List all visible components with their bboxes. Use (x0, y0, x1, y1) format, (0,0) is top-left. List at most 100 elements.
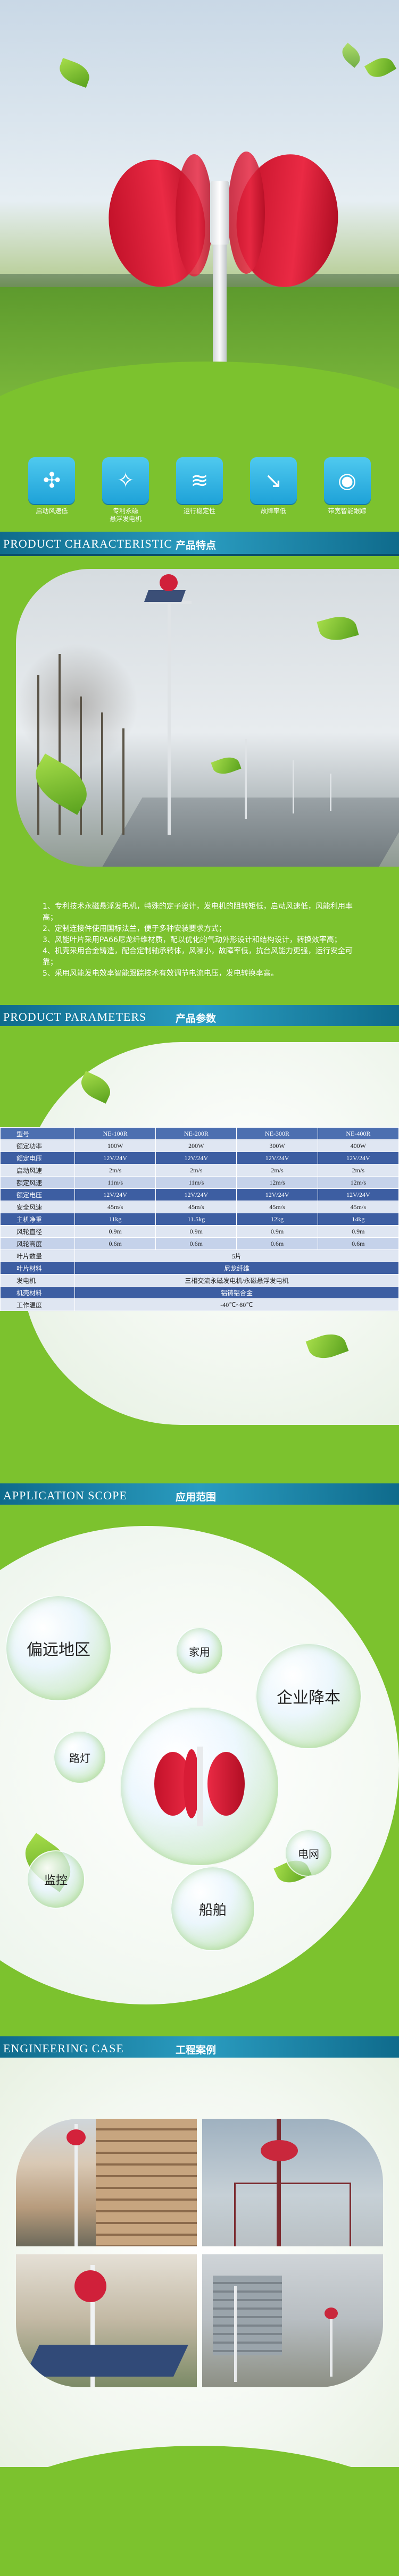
table-row: 额定功率 100W 200W 300W 400W (0, 1139, 399, 1152)
table-row: 叶片材料 尼龙纤维 (0, 1262, 399, 1274)
table-cell: 铝铸铝合金 (74, 1286, 399, 1299)
feature-label: 故障率低 (260, 507, 286, 515)
table-cell: 45m/s (155, 1201, 237, 1213)
lamp-pole (168, 601, 171, 835)
table-cell: 机壳材料 (0, 1286, 75, 1299)
solar-panel (144, 590, 186, 602)
table-cell: 14kg (317, 1213, 399, 1226)
table-cell: 主机净重 (0, 1213, 75, 1226)
bubble-remote-area: 偏远地区 (5, 1595, 112, 1701)
table-row: 安全风速 45m/s 45m/s 45m/s 45m/s (0, 1201, 399, 1213)
characteristics-list: 1、专利技术永磁悬浮发电机，特殊的定子设计，发电机的阻转矩低，启动风速低，风能利… (43, 901, 362, 979)
section-bar-characteristics: PRODUCT CHARACTERISTIC 产品特点 (0, 532, 399, 556)
table-cell: 12V/24V (236, 1188, 318, 1201)
table-cell: 12V/24V (317, 1188, 399, 1201)
characteristic-item: 1、专利技术永磁悬浮发电机，特殊的定子设计，发电机的阻转矩低，启动风速低，风能利… (43, 902, 353, 922)
case-photo-tower (202, 2119, 383, 2246)
table-cell: 300W (236, 1139, 318, 1152)
table-cell: 叶片数量 (0, 1249, 75, 1262)
feature-label: 运行稳定性 (183, 507, 215, 515)
table-row: 额定电压 12V/24V 12V/24V 12V/24V 12V/24V (0, 1152, 399, 1164)
table-cell: 额定电压 (0, 1188, 75, 1201)
table-cell: 2m/s (317, 1164, 399, 1177)
table-cell: 11.5kg (155, 1213, 237, 1226)
table-row: 工作温度 -40℃~80℃ (0, 1298, 399, 1311)
table-cell: 三相交流永磁发电机/永磁悬浮发电机 (74, 1274, 399, 1287)
table-cell: 0.6m (155, 1237, 237, 1250)
feature-item: ≋ 运行稳定性 (170, 457, 229, 515)
smart-control-icon: ◉ (323, 457, 371, 504)
case-photo-campus (202, 2254, 383, 2387)
table-cell: 45m/s (236, 1201, 318, 1213)
table-cell: 12m/s (236, 1176, 318, 1189)
turbine-hub (210, 181, 229, 245)
smooth-run-icon: ≋ (176, 457, 223, 504)
section-title-en: PRODUCT CHARACTERISTIC (3, 537, 173, 550)
feature-label: 专利永磁 悬浮发电机 (110, 507, 142, 523)
table-cell: 0.6m (74, 1237, 156, 1250)
product-detail-page: ✣ 启动风速低 ✧ 专利永磁 悬浮发电机 ≋ 运行稳定性 ↘ 故障率低 ◉ 带宽… (0, 0, 399, 2576)
table-row: 主机净重 11kg 11.5kg 12kg 14kg (0, 1213, 399, 1226)
table-cell: 2m/s (155, 1164, 237, 1177)
section-title-cn: 应用范围 (176, 1491, 217, 1503)
table-row: 启动风速 2m/s 2m/s 2m/s 2m/s (0, 1164, 399, 1177)
table-row: 额定风速 11m/s 11m/s 12m/s 12m/s (0, 1176, 399, 1189)
section-title-en: PRODUCT PARAMETERS (3, 1010, 147, 1023)
table-cell: 11m/s (74, 1176, 156, 1189)
table-cell: 11kg (74, 1213, 156, 1226)
leaf-icon (56, 57, 93, 88)
bubble-household: 家用 (176, 1627, 223, 1675)
table-cell: 45m/s (317, 1201, 399, 1213)
wind-start-icon: ✣ (28, 457, 76, 504)
feature-item: ✣ 启动风速低 (22, 457, 81, 515)
section-title-cn: 产品特点 (176, 540, 217, 551)
table-cell: 12m/s (317, 1176, 399, 1189)
table-cell: 发电机 (0, 1274, 75, 1287)
table-cell: 工作温度 (0, 1298, 75, 1311)
magnet-icon: ✧ (102, 457, 149, 504)
parameters-table: 型号 NE-100R NE-200R NE-300R NE-400R 额定功率 … (0, 1127, 399, 1311)
leaf-icon (338, 43, 364, 68)
table-cell: 叶片材料 (0, 1262, 75, 1274)
table-cell: 0.9m (155, 1225, 237, 1238)
section-bar-application: APPLICATION SCOPE 应用范围 (0, 1483, 399, 1508)
street-lamp-photo (16, 569, 399, 867)
table-cell: 启动风速 (0, 1164, 75, 1177)
table-row: 发电机 三相交流永磁发电机/永磁悬浮发电机 (0, 1274, 399, 1287)
table-cell: 45m/s (74, 1201, 156, 1213)
feature-label: 带宽智能跟踪 (328, 507, 367, 515)
table-header-cell: NE-400R (317, 1127, 399, 1140)
table-cell: 12V/24V (317, 1152, 399, 1164)
table-row: 额定电压 12V/24V 12V/24V 12V/24V 12V/24V (0, 1188, 399, 1201)
table-cell: 200W (155, 1139, 237, 1152)
table-cell: 0.9m (236, 1225, 318, 1238)
table-header-cell: 型号 (0, 1127, 75, 1140)
mini-turbine (160, 574, 178, 591)
table-cell: 2m/s (236, 1164, 318, 1177)
feature-label: 启动风速低 (36, 507, 68, 515)
bubble-ship: 船舶 (170, 1866, 255, 1951)
table-cell: 0.6m (236, 1237, 318, 1250)
table-cell: 12V/24V (236, 1152, 318, 1164)
table-cell: 额定风速 (0, 1176, 75, 1189)
bubble-power-grid: 电网 (285, 1829, 332, 1877)
table-cell: 安全风速 (0, 1201, 75, 1213)
table-cell: 400W (317, 1139, 399, 1152)
table-header-cell: NE-100R (74, 1127, 156, 1140)
table-header-cell: NE-300R (236, 1127, 318, 1140)
bubble-center-turbine (120, 1707, 279, 1866)
section-title-en: ENGINEERING CASE (3, 2042, 124, 2055)
table-row: 风轮直径 0.9m 0.9m 0.9m 0.9m (0, 1225, 399, 1238)
feature-item: ◉ 带宽智能跟踪 (318, 457, 377, 515)
low-fault-icon: ↘ (250, 457, 297, 504)
table-cell: 12V/24V (155, 1152, 237, 1164)
table-header-cell: NE-200R (155, 1127, 237, 1140)
table-cell: 2m/s (74, 1164, 156, 1177)
table-header-row: 型号 NE-100R NE-200R NE-300R NE-400R (0, 1127, 399, 1140)
table-cell: 尼龙纤维 (74, 1262, 399, 1274)
feature-item: ✧ 专利永磁 悬浮发电机 (96, 457, 155, 523)
table-cell: 5片 (74, 1249, 399, 1262)
characteristic-item: 3、风能叶片采用PA66尼龙纤维材质，配以优化的气动外形设计和结构设计，转换效率… (43, 936, 342, 944)
table-cell: 12V/24V (74, 1188, 156, 1201)
turbine-blade (228, 152, 265, 274)
